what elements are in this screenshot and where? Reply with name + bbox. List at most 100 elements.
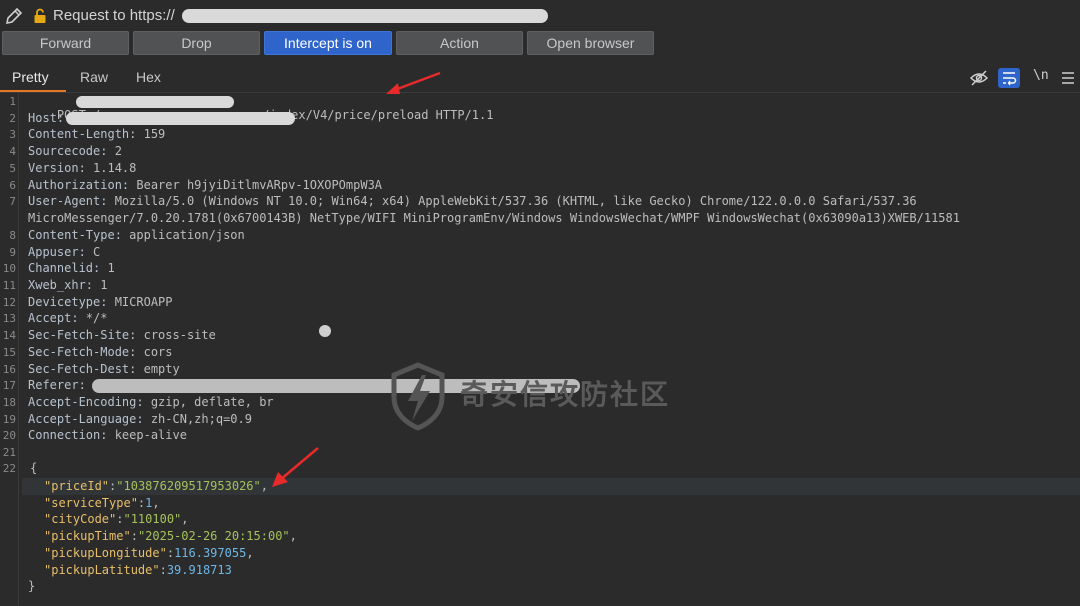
- forward-button[interactable]: Forward: [2, 31, 129, 55]
- json-key: "serviceType": [44, 496, 138, 510]
- word-wrap-icon[interactable]: [998, 68, 1020, 88]
- code-line-11: Xweb_xhr: 1: [28, 278, 107, 292]
- header-key: Devicetype:: [28, 295, 108, 309]
- header-key: Content-Length:: [28, 127, 137, 141]
- line-number: 16: [2, 363, 16, 376]
- json-key: "pickupTime": [44, 529, 131, 543]
- json-key: "pickupLongitude": [44, 546, 167, 560]
- json-value: "110100": [123, 512, 182, 526]
- hide-nonprintable-icon[interactable]: [968, 68, 990, 88]
- json-value: 39.918713: [166, 563, 232, 577]
- header-key: Appuser:: [28, 245, 86, 259]
- header-value: cors: [136, 345, 173, 359]
- json-close-brace: }: [28, 579, 35, 593]
- header-value: MICROAPP: [107, 295, 173, 309]
- line-number: 22: [2, 462, 16, 475]
- header-key: Host:: [28, 111, 65, 125]
- json-value: 116.397055: [174, 546, 247, 560]
- request-editor[interactable]: 12345678910111213141516171819202122 POST…: [0, 71, 1080, 606]
- json-open-brace: {: [30, 461, 37, 475]
- header-key: Sec-Fetch-Mode:: [28, 345, 137, 359]
- watermark: 奇安信攻防社区: [388, 361, 698, 431]
- line-number: 21: [2, 446, 16, 459]
- header-value: MicroMessenger/7.0.20.1781(0x6700143B) N…: [28, 211, 960, 225]
- code-line-17: Referer:: [28, 378, 86, 392]
- code-line-7: User-Agent: Mozilla/5.0 (Windows NT 10.0…: [28, 194, 917, 208]
- title-bar: Request to https://: [0, 0, 1080, 30]
- view-tabs: Pretty Raw Hex \n: [0, 66, 1080, 93]
- show-newlines-toggle[interactable]: \n: [1033, 68, 1049, 83]
- code-line-7-wrap: MicroMessenger/7.0.20.1781(0x6700143B) N…: [28, 211, 960, 225]
- header-key: Xweb_xhr:: [28, 278, 94, 292]
- header-key: Authorization:: [28, 178, 130, 192]
- code-line-6: Authorization: Bearer h9jyiDitlmvARpv-1O…: [28, 178, 382, 192]
- header-key: Referer:: [28, 378, 86, 392]
- action-button[interactable]: Action: [396, 31, 523, 55]
- pencil-icon[interactable]: [4, 6, 24, 26]
- redacted-url: [182, 9, 548, 23]
- header-value: 1.14.8: [85, 161, 137, 175]
- json-key: "cityCode": [44, 512, 117, 526]
- line-number: 8: [9, 229, 16, 242]
- code-line-14: Sec-Fetch-Site: cross-site: [28, 328, 216, 342]
- line-number: 2: [9, 112, 16, 125]
- tab-raw[interactable]: Raw: [80, 69, 108, 85]
- line-number: 1: [9, 95, 16, 108]
- json-line-pickuptime: "pickupTime":"2025-02-26 20:15:00",: [44, 529, 297, 543]
- line-number: 5: [9, 162, 16, 175]
- header-value: Bearer h9jyiDitlmvARpv-1OXOPOmpW3A: [129, 178, 383, 192]
- brace: }: [28, 579, 36, 593]
- code-line-10: Channelid: 1: [28, 261, 115, 275]
- header-value: zh-CN,zh;q=0.9: [143, 412, 252, 426]
- tab-hex[interactable]: Hex: [136, 69, 161, 85]
- active-tab-indicator: [0, 90, 66, 92]
- header-value: keep-alive: [107, 428, 187, 442]
- header-key: Sec-Fetch-Site:: [28, 328, 137, 342]
- header-value: empty: [136, 362, 180, 376]
- drop-button[interactable]: Drop: [133, 31, 260, 55]
- json-line-citycode: "cityCode":"110100",: [44, 512, 189, 526]
- line-number: 9: [9, 246, 16, 259]
- line-number: 10: [2, 262, 16, 275]
- header-key: Accept-Language:: [28, 412, 144, 426]
- json-key: "priceId": [44, 479, 110, 493]
- header-value: application/json: [121, 228, 245, 242]
- watermark-text: 奇安信攻防社区: [460, 379, 671, 410]
- intercept-toggle-button[interactable]: Intercept is on: [264, 31, 392, 55]
- header-value: gzip, deflate, br: [143, 395, 274, 409]
- tab-pretty[interactable]: Pretty: [12, 69, 49, 85]
- line-number: 11: [2, 279, 16, 292]
- line-number: 3: [9, 128, 16, 141]
- redacted-host: [66, 112, 295, 125]
- code-line-18: Accept-Encoding: gzip, deflate, br: [28, 395, 274, 409]
- code-line-15: Sec-Fetch-Mode: cors: [28, 345, 173, 359]
- header-value: 1: [93, 278, 108, 292]
- header-key: User-Agent:: [28, 194, 108, 208]
- request-url-title: Request to https://: [53, 7, 175, 24]
- json-key: "pickupLatitude": [44, 563, 160, 577]
- brace: {: [30, 461, 38, 475]
- header-key: Channelid:: [28, 261, 101, 275]
- header-value: cross-site: [136, 328, 216, 342]
- code-line-8: Content-Type: application/json: [28, 228, 245, 242]
- header-key: Connection:: [28, 428, 108, 442]
- code-line-4: Sourcecode: 2: [28, 144, 122, 158]
- header-key: Accept:: [28, 311, 79, 325]
- header-key: Sec-Fetch-Dest:: [28, 362, 137, 376]
- code-line-3: Content-Length: 159: [28, 127, 165, 141]
- code-line-20: Connection: keep-alive: [28, 428, 187, 442]
- header-value: 159: [136, 127, 166, 141]
- header-value: */*: [78, 311, 108, 325]
- line-number: 13: [2, 312, 16, 325]
- code-line-2: Host:: [28, 111, 64, 125]
- header-value: C: [85, 245, 101, 259]
- json-line-priceid: "priceId":"103876209517953026",: [44, 479, 268, 493]
- code-line-19: Accept-Language: zh-CN,zh;q=0.9: [28, 412, 252, 426]
- line-number: 6: [9, 179, 16, 192]
- json-line-servicetype: "serviceType":1,: [44, 496, 160, 510]
- header-key: Content-Type:: [28, 228, 122, 242]
- header-key: Accept-Encoding:: [28, 395, 144, 409]
- line-number: 7: [9, 195, 16, 208]
- open-browser-button[interactable]: Open browser: [527, 31, 654, 55]
- menu-icon[interactable]: [1057, 68, 1079, 88]
